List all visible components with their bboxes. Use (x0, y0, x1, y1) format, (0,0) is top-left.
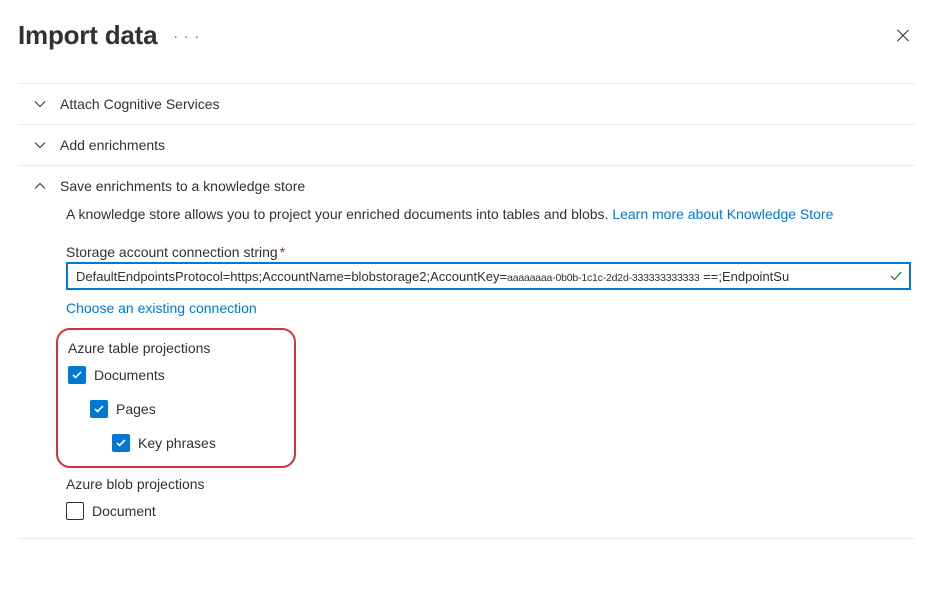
section-save-enrichments: Save enrichments to a knowledge store A … (18, 165, 915, 539)
section-title-attach: Attach Cognitive Services (60, 96, 220, 112)
checkbox-icon-unchecked (66, 502, 84, 520)
checkbox-label-key-phrases: Key phrases (138, 435, 216, 451)
header-left: Import data · · · (18, 20, 200, 51)
connection-string-input[interactable]: DefaultEndpointsProtocol=https;AccountNa… (66, 262, 911, 290)
checkbox-documents[interactable]: Documents (68, 366, 276, 384)
chevron-down-icon (34, 98, 46, 110)
checkbox-document-blob[interactable]: Document (66, 502, 911, 520)
validation-checkmark-icon (889, 269, 903, 283)
blob-projections-heading: Azure blob projections (66, 476, 911, 492)
learn-more-link[interactable]: Learn more about Knowledge Store (612, 206, 833, 222)
checkbox-label-pages: Pages (116, 401, 156, 417)
checkbox-label-documents: Documents (94, 367, 165, 383)
label-text: Storage account connection string (66, 244, 278, 260)
blob-projections-group: Azure blob projections Document (66, 476, 911, 520)
checkbox-pages[interactable]: Pages (90, 400, 276, 418)
page-header: Import data · · · (18, 20, 915, 51)
required-indicator: * (280, 244, 285, 260)
section-header-attach[interactable]: Attach Cognitive Services (18, 84, 915, 124)
connection-string-label: Storage account connection string* (66, 244, 911, 260)
choose-existing-connection-link[interactable]: Choose an existing connection (66, 300, 257, 316)
knowledge-store-description: A knowledge store allows you to project … (66, 206, 911, 222)
section-add-enrichments: Add enrichments (18, 124, 915, 165)
connection-string-value: DefaultEndpointsProtocol=https;AccountNa… (76, 269, 885, 284)
chevron-down-icon (34, 139, 46, 151)
section-header-enrich[interactable]: Add enrichments (18, 125, 915, 165)
page-title: Import data (18, 20, 157, 51)
section-title-enrich: Add enrichments (60, 137, 165, 153)
chevron-up-icon (34, 180, 46, 192)
checkbox-icon-checked (90, 400, 108, 418)
close-icon[interactable] (895, 28, 911, 44)
section-header-save[interactable]: Save enrichments to a knowledge store (18, 166, 915, 206)
checkbox-icon-checked (112, 434, 130, 452)
table-projections-heading: Azure table projections (68, 340, 276, 356)
section-attach-cognitive-services: Attach Cognitive Services (18, 83, 915, 124)
more-options-icon[interactable]: · · · (173, 28, 200, 44)
checkbox-label-document-blob: Document (92, 503, 156, 519)
description-text: A knowledge store allows you to project … (66, 206, 608, 222)
table-projections-group: Azure table projections Documents Pages … (56, 328, 296, 468)
section-title-save: Save enrichments to a knowledge store (60, 178, 305, 194)
checkbox-key-phrases[interactable]: Key phrases (112, 434, 276, 452)
checkbox-icon-checked (68, 366, 86, 384)
section-body-save: A knowledge store allows you to project … (18, 206, 915, 538)
